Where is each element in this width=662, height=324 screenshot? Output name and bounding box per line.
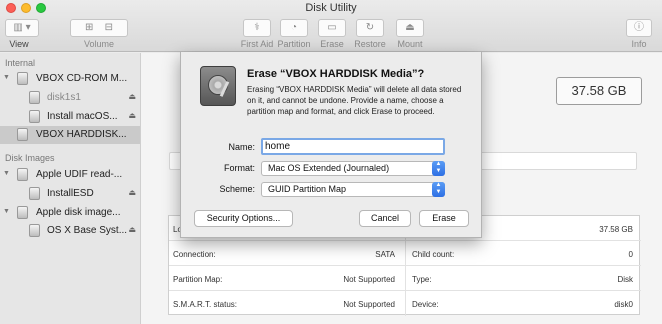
volume-icon — [29, 224, 40, 237]
eject-icon[interactable]: ⏏ — [128, 188, 136, 197]
scheme-label: Scheme: — [219, 184, 255, 194]
info-value-child-count: 0 — [628, 250, 633, 259]
toolbar: Disk Utility ▥ ▾ View ⊞ ⊟ Volume ⚕ First… — [0, 0, 662, 52]
security-options-button[interactable]: Security Options... — [194, 210, 293, 227]
partition-pie-icon: ◔ — [290, 22, 298, 33]
volume-label: Volume — [83, 39, 115, 49]
cancel-button[interactable]: Cancel — [359, 210, 411, 227]
partition-label: Partition — [277, 39, 311, 49]
info-label-device: Device: — [412, 300, 439, 309]
info-value-smart-status: Not Supported — [343, 300, 395, 309]
sidebar: Internal ▼ VBOX CD-ROM M... disk1s1 ⏏ In… — [0, 53, 141, 324]
sidebar-item-apple-disk-image[interactable]: ▼ Apple disk image... — [0, 204, 140, 222]
remove-volume-icon: ⊟ — [104, 22, 113, 33]
disclosure-triangle-icon[interactable]: ▼ — [3, 74, 10, 81]
info-value-device: disk0 — [614, 300, 633, 309]
mount-icon: ⏏ — [405, 22, 415, 33]
table-divider — [169, 240, 641, 241]
info-value-type: Disk — [617, 275, 633, 284]
sidebar-item-label: Apple UDIF read-... — [36, 169, 123, 180]
info-icon: ⓘ — [634, 22, 644, 33]
restore-button[interactable]: ↻ — [356, 19, 384, 37]
table-divider — [169, 290, 641, 291]
disclosure-triangle-icon[interactable]: ▼ — [3, 170, 10, 177]
erase-label: Erase — [320, 39, 344, 49]
stethoscope-icon: ⚕ — [254, 22, 260, 33]
info-value-capacity: 37.58 GB — [599, 225, 633, 234]
volume-icon — [29, 110, 40, 123]
format-value: Mac OS Extended (Journaled) — [268, 163, 390, 173]
dialog-message: Erasing “VBOX HARDDISK Media” will delet… — [247, 85, 462, 116]
sidebar-header-internal: Internal — [5, 58, 36, 68]
info-label-smart-status: S.M.A.R.T. status: — [173, 300, 238, 309]
partition-button[interactable]: ◔ — [280, 19, 308, 37]
format-popup[interactable]: Mac OS Extended (Journaled) ▲ ▼ — [261, 161, 445, 176]
mount-label: Mount — [397, 39, 423, 49]
hard-disk-icon — [17, 128, 28, 141]
disclosure-triangle-icon[interactable]: ▼ — [3, 208, 10, 215]
sidebar-item-label: VBOX CD-ROM M... — [36, 73, 128, 84]
info-value-partition-map: Not Supported — [343, 275, 395, 284]
view-button[interactable]: ▥ ▾ — [5, 19, 39, 37]
updown-arrows-icon: ▲ ▼ — [432, 182, 445, 197]
sidebar-item-label: VBOX HARDDISK... — [36, 129, 127, 140]
sidebar-item-install-macos[interactable]: Install macOS... ⏏ — [0, 108, 140, 126]
restore-label: Restore — [354, 39, 386, 49]
sidebar-item-label: Apple disk image... — [36, 207, 121, 218]
volume-icon — [29, 91, 40, 104]
format-label: Format: — [223, 163, 255, 173]
eject-icon[interactable]: ⏏ — [128, 111, 136, 120]
capacity-display: 37.58 GB — [556, 77, 642, 105]
info-value-connection: SATA — [375, 250, 395, 259]
sidebar-item-apple-udif[interactable]: ▼ Apple UDIF read-... — [0, 166, 140, 184]
sidebar-header-disk-images: Disk Images — [5, 153, 55, 163]
view-label: View — [9, 39, 29, 49]
restore-arrow-icon: ↻ — [365, 22, 375, 33]
erase-button[interactable]: ▭ — [318, 19, 346, 37]
volume-icon — [29, 187, 40, 200]
window-title: Disk Utility — [305, 2, 357, 14]
updown-arrows-icon: ▲ ▼ — [432, 161, 445, 176]
disk-image-icon — [17, 168, 28, 181]
sidebar-item-label: Install macOS... — [47, 111, 118, 122]
name-label: Name: — [228, 142, 255, 152]
eject-icon[interactable]: ⏏ — [128, 225, 136, 234]
volume-button-group[interactable]: ⊞ ⊟ — [70, 19, 128, 37]
info-label-connection: Connection: — [173, 250, 216, 259]
add-volume-icon: ⊞ — [85, 22, 94, 33]
confirm-erase-button[interactable]: Erase — [419, 210, 469, 227]
table-divider — [169, 265, 641, 266]
sidebar-item-installesd[interactable]: InstallESD ⏏ — [0, 185, 140, 203]
sidebar-item-label: disk1s1 — [47, 92, 81, 103]
first-aid-button[interactable]: ⚕ — [243, 19, 271, 37]
eject-icon[interactable]: ⏏ — [128, 92, 136, 101]
sidebar-icon: ▥ ▾ — [13, 22, 31, 33]
sidebar-item-vbox-harddisk[interactable]: VBOX HARDDISK... — [0, 126, 140, 144]
mount-button[interactable]: ⏏ — [396, 19, 424, 37]
first-aid-label: First Aid — [240, 39, 274, 49]
info-label-child-count: Child count: — [412, 250, 455, 259]
scheme-popup[interactable]: GUID Partition Map ▲ ▼ — [261, 182, 445, 197]
sidebar-item-label: OS X Base Syst... — [47, 225, 128, 236]
sidebar-item-label: InstallESD — [47, 188, 94, 199]
scheme-value: GUID Partition Map — [268, 184, 347, 194]
dialog-title: Erase “VBOX HARDDISK Media”? — [247, 68, 425, 80]
info-label: Info — [631, 39, 647, 49]
info-button[interactable]: ⓘ — [626, 19, 652, 37]
info-label-partition-map: Partition Map: — [173, 275, 223, 284]
erase-disk-icon: ▭ — [327, 22, 337, 33]
optical-drive-icon — [17, 72, 28, 85]
hard-disk-icon — [200, 66, 236, 106]
info-label-type: Type: — [412, 275, 432, 284]
name-field[interactable]: home — [261, 138, 445, 155]
sidebar-item-disk1s1[interactable]: disk1s1 ⏏ — [0, 89, 140, 107]
sidebar-item-cdrom[interactable]: ▼ VBOX CD-ROM M... — [0, 70, 140, 88]
disk-image-icon — [17, 206, 28, 219]
sidebar-item-osx-base-system[interactable]: OS X Base Syst... ⏏ — [0, 222, 140, 240]
